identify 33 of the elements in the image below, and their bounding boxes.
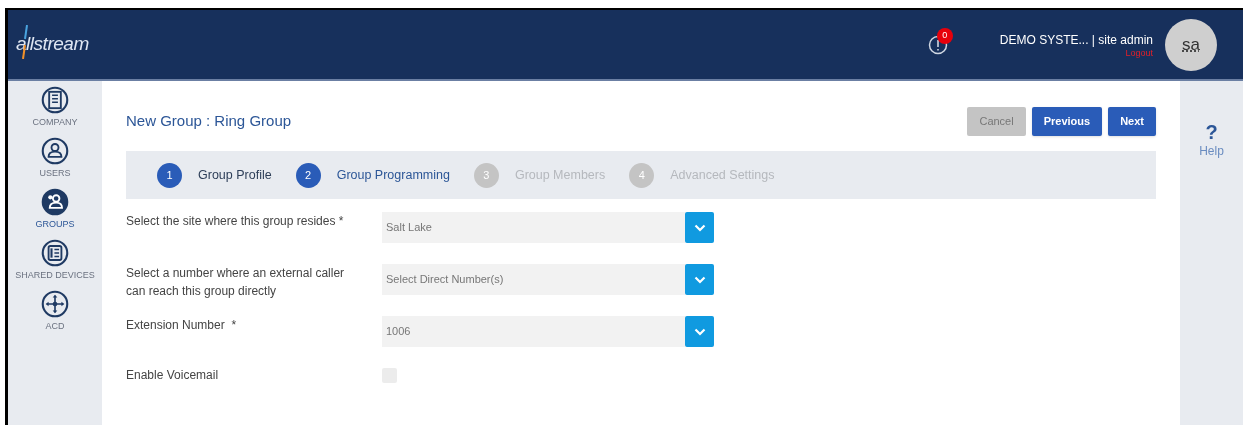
chevron-down-icon [693, 327, 706, 336]
step-label: Group Programming [336, 166, 450, 184]
logo: allstream [16, 30, 89, 59]
page-title: New Group : Ring Group [126, 111, 293, 132]
account-name: DEMO SYSTE... | site admin [999, 32, 1153, 49]
building-icon [41, 86, 69, 114]
sidebar-item[interactable]: GROUPS [35, 188, 75, 232]
chevron-down-icon [693, 223, 706, 232]
avatar[interactable]: sa [1165, 18, 1217, 71]
sidebar-item[interactable]: USERS [39, 137, 71, 181]
sidebar-item[interactable]: ACD [41, 290, 69, 334]
previous-button[interactable]: Previous [1031, 107, 1103, 136]
field-label: Select a number where an external caller can reach this group directly [126, 265, 346, 300]
step-number: 4 [629, 162, 655, 188]
help-link[interactable]: Help [1199, 142, 1224, 160]
group-icon [41, 188, 69, 216]
notification-badge: 0 [936, 27, 953, 44]
sidebar-item[interactable]: SHARED DEVICES [15, 239, 95, 283]
chevron-down-icon [693, 275, 706, 284]
step-label: Group Profile [198, 166, 272, 184]
step-number: 1 [157, 162, 182, 188]
step-number: 3 [473, 162, 499, 188]
step-number: 2 [295, 162, 321, 188]
help-icon[interactable]: ? [1205, 122, 1218, 142]
field-label: Enable Voicemail [126, 367, 220, 384]
next-button[interactable]: Next [1108, 107, 1156, 136]
user-icon [41, 137, 69, 165]
field-label: Extension Number * [126, 317, 238, 334]
logout-link[interactable]: Logout [1125, 49, 1153, 58]
sidebar-item[interactable]: COMPANY [32, 86, 78, 130]
field-label: Select the site where this group resides * [126, 213, 345, 230]
alert-icon[interactable] [927, 34, 948, 55]
arrows-icon [41, 290, 69, 318]
